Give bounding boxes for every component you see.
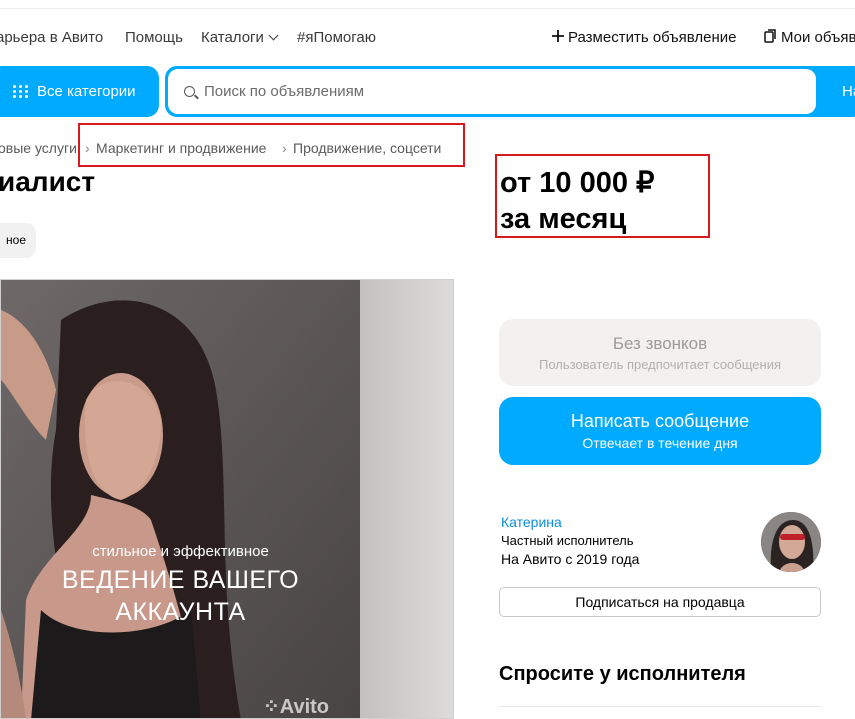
documents-icon	[764, 29, 776, 43]
plus-icon	[552, 30, 564, 42]
ask-divider	[499, 706, 821, 707]
listing-photo[interactable]: стильное и эффективное ВЕДЕНИЕ ВАШЕГО АК…	[0, 279, 454, 719]
breadcrumb-highlight-box	[78, 123, 465, 167]
chevron-down-icon	[268, 30, 279, 41]
avito-watermark: ⁘Avito	[263, 694, 330, 718]
avito-logo-icon: ⁘	[263, 696, 280, 718]
photo-caption-line2: АККАУНТА	[115, 598, 246, 626]
no-calls-subtitle: Пользователь предпочитает сообщения	[538, 357, 781, 372]
listing-tag[interactable]: ное	[0, 223, 36, 258]
my-ads-link[interactable]: Мои объяв	[764, 29, 855, 46]
woman-photo-illustration	[1, 280, 360, 718]
no-calls-button[interactable]: Без звонков Пользователь предпочитает со…	[499, 319, 821, 386]
search-placeholder: Поиск по объявлениям	[204, 83, 365, 100]
nav-career-link[interactable]: арьера в Авито	[0, 29, 103, 46]
search-icon	[184, 86, 195, 97]
no-calls-title: Без звонков	[612, 334, 708, 353]
all-categories-button[interactable]: Все категории	[0, 66, 159, 117]
price-highlight-box	[495, 154, 710, 238]
seller-name-link[interactable]: Катерина	[501, 514, 562, 530]
nav-help-link[interactable]: Помощь	[125, 29, 183, 46]
seller-avatar[interactable]	[761, 512, 821, 572]
search-button[interactable]: На	[842, 83, 855, 100]
search-input[interactable]: Поиск по объявлениям	[168, 69, 816, 114]
nav-ihelp-link[interactable]: #яПомогаю	[297, 29, 376, 46]
nav-catalogs-label: Каталоги	[201, 29, 264, 46]
seller-type: Частный исполнитель	[501, 533, 634, 548]
subscribe-seller-button[interactable]: Подписаться на продавца	[499, 587, 821, 617]
seller-since: На Авито с 2019 года	[501, 551, 640, 567]
listing-title: иалист	[0, 166, 96, 197]
photo-side-panel	[360, 280, 453, 718]
all-categories-label: Все категории	[37, 83, 136, 100]
photo-caption-line1: ВЕДЕНИЕ ВАШЕГО	[61, 566, 300, 594]
write-message-subtitle: Отвечает в течение дня	[582, 435, 738, 451]
avatar-portrait-image	[761, 512, 821, 572]
write-message-button[interactable]: Написать сообщение Отвечает в течение дн…	[499, 397, 821, 465]
breadcrumb-item-services[interactable]: овые услуги	[0, 140, 77, 156]
my-ads-label: Мои объяв	[781, 29, 855, 46]
avito-watermark-text: Avito	[279, 696, 330, 718]
ask-seller-heading: Спросите у исполнителя	[499, 663, 746, 685]
post-ad-link[interactable]: Разместить объявление	[551, 29, 736, 46]
grid-dots-icon	[13, 85, 29, 98]
photo-caption-small: стильное и эффективное	[92, 543, 269, 560]
write-message-title: Написать сообщение	[570, 411, 750, 431]
post-ad-label: Разместить объявление	[568, 29, 737, 46]
nav-catalogs-link[interactable]: Каталоги	[201, 29, 279, 46]
top-divider	[0, 8, 855, 9]
